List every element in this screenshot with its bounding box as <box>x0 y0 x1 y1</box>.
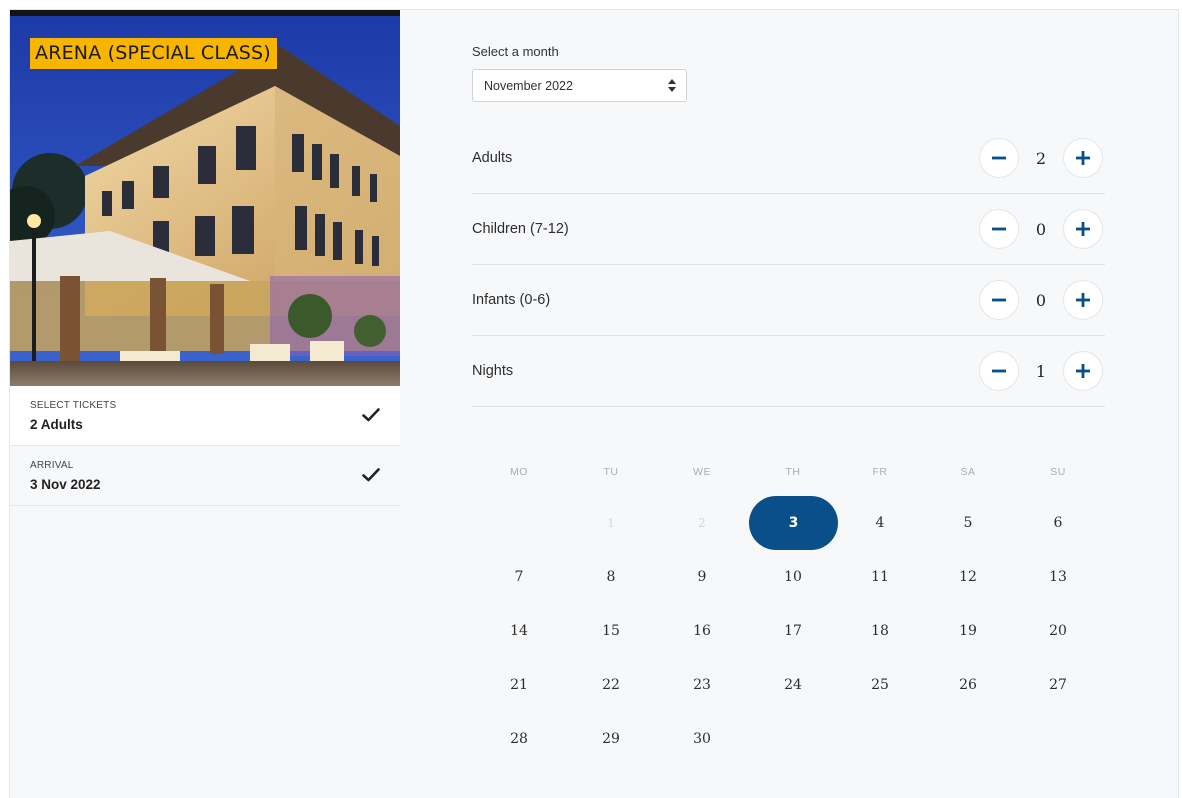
calendar-day[interactable]: 16 <box>657 604 747 658</box>
children-decrement-button[interactable] <box>979 209 1019 249</box>
calendar-day[interactable]: 23 <box>657 658 747 712</box>
calendar-day[interactable]: 19 <box>923 604 1013 658</box>
nights-decrement-button[interactable] <box>979 351 1019 391</box>
plus-icon <box>1076 293 1090 307</box>
calendar-day[interactable]: 18 <box>835 604 925 658</box>
summary-arrival-label: ARRIVAL <box>30 460 74 471</box>
calendar-day[interactable]: 6 <box>1013 496 1103 550</box>
infants-increment-button[interactable] <box>1063 280 1103 320</box>
minus-icon <box>992 227 1006 231</box>
calendar-day[interactable]: 25 <box>835 658 925 712</box>
calendar-day[interactable]: 15 <box>566 604 656 658</box>
weekday-label: FR <box>872 466 888 478</box>
check-icon <box>362 468 380 482</box>
calendar: MO TU WE TH FR SA SU 1 2 3 4 5 6 7 8 9 10 11 12 13 14… <box>472 466 1105 766</box>
hotel-photo: ARENA (SPECIAL CLASS) <box>10 10 400 386</box>
calendar-week: 1 2 3456 <box>472 496 1105 550</box>
calendar-day[interactable]: 29 <box>566 712 656 766</box>
calendar-weekday-header: MO TU WE TH FR SA SU <box>472 466 1105 496</box>
calendar-day[interactable]: 10 <box>748 550 838 604</box>
minus-icon <box>992 298 1006 302</box>
nights-count: 1 <box>1035 362 1047 381</box>
plus-icon <box>1076 222 1090 236</box>
calendar-week: 7 8 9 10 11 12 13 <box>472 550 1105 604</box>
counter-nights: Nights 1 <box>472 336 1105 407</box>
calendar-day[interactable]: 8 <box>566 550 656 604</box>
summary-arrival-value: 3 Nov 2022 <box>30 477 101 492</box>
calendar-day[interactable]: 4 <box>835 496 925 550</box>
calendar-day[interactable]: 9 <box>657 550 747 604</box>
hotel-name-badge: ARENA (SPECIAL CLASS) <box>30 38 277 69</box>
calendar-day[interactable]: 28 <box>474 712 564 766</box>
infants-count: 0 <box>1035 291 1047 310</box>
adults-increment-button[interactable] <box>1063 138 1103 178</box>
counter-infants: Infants (0-6) 0 <box>472 265 1105 336</box>
month-select[interactable]: November 2022 <box>472 69 687 102</box>
calendar-day-selected[interactable]: 3 <box>749 496 838 550</box>
weekday-label: SA <box>960 466 976 478</box>
plus-icon <box>1076 151 1090 165</box>
calendar-week: 21 22 23 24 25 26 27 <box>472 658 1105 712</box>
calendar-day[interactable]: 13 <box>1013 550 1103 604</box>
calendar-week: 14 15 16 17 18 19 20 <box>472 604 1105 658</box>
weekday-label: MO <box>510 466 528 478</box>
infants-decrement-button[interactable] <box>979 280 1019 320</box>
counter-adults-label: Adults <box>472 150 513 166</box>
counter-children-label: Children (7-12) <box>472 221 569 237</box>
weekday-label: TU <box>603 466 619 478</box>
calendar-day[interactable]: 26 <box>923 658 1013 712</box>
counter-adults: Adults 2 <box>472 123 1105 194</box>
summary-tickets-value: 2 Adults <box>30 417 83 432</box>
calendar-day[interactable]: 5 <box>923 496 1013 550</box>
children-increment-button[interactable] <box>1063 209 1103 249</box>
weekday-label: TH <box>785 466 801 478</box>
month-select-value: November 2022 <box>484 79 573 93</box>
calendar-week: 28 29 30 <box>472 712 1105 766</box>
month-select-label: Select a month <box>472 44 559 59</box>
calendar-day[interactable]: 22 <box>566 658 656 712</box>
adults-decrement-button[interactable] <box>979 138 1019 178</box>
children-count: 0 <box>1035 220 1047 239</box>
minus-icon <box>992 369 1006 373</box>
calendar-day[interactable]: 11 <box>835 550 925 604</box>
calendar-day[interactable]: 27 <box>1013 658 1103 712</box>
calendar-day[interactable]: 14 <box>474 604 564 658</box>
booking-frame: ARENA (SPECIAL CLASS) SELECT TICKETS 2 A… <box>9 9 1179 798</box>
calendar-grid: 1 2 3 4 5 6 7 8 9 10 11 12 13 14 15 16 17 18 19 20 21 22 23 24 2… <box>472 496 1105 766</box>
counter-children: Children (7-12) 0 <box>472 194 1105 265</box>
check-icon <box>362 408 380 422</box>
counter-nights-label: Nights <box>472 363 514 379</box>
calendar-day[interactable]: 7 <box>474 550 564 604</box>
plus-icon <box>1076 364 1090 378</box>
hotel-building-illustration <box>10 16 400 386</box>
weekday-label: SU <box>1050 466 1066 478</box>
summary-arrival[interactable]: ARRIVAL 3 Nov 2022 <box>10 446 400 506</box>
summary-tickets-label: SELECT TICKETS <box>30 400 117 411</box>
summary-tickets[interactable]: SELECT TICKETS 2 Adults <box>10 386 400 446</box>
minus-icon <box>992 156 1006 160</box>
calendar-day-disabled: 2 <box>698 516 706 530</box>
calendar-day[interactable]: 20 <box>1013 604 1103 658</box>
calendar-day[interactable]: 30 <box>657 712 747 766</box>
calendar-day[interactable]: 17 <box>748 604 838 658</box>
calendar-day[interactable]: 12 <box>923 550 1013 604</box>
calendar-day-disabled: 1 <box>607 516 615 530</box>
select-arrows-icon <box>668 79 676 92</box>
weekday-label: WE <box>693 466 711 478</box>
calendar-day[interactable]: 24 <box>748 658 838 712</box>
booking-summary-panel: ARENA (SPECIAL CLASS) SELECT TICKETS 2 A… <box>10 10 400 798</box>
adults-count: 2 <box>1035 149 1047 168</box>
calendar-day[interactable]: 21 <box>474 658 564 712</box>
counter-infants-label: Infants (0-6) <box>472 292 551 308</box>
nights-increment-button[interactable] <box>1063 351 1103 391</box>
